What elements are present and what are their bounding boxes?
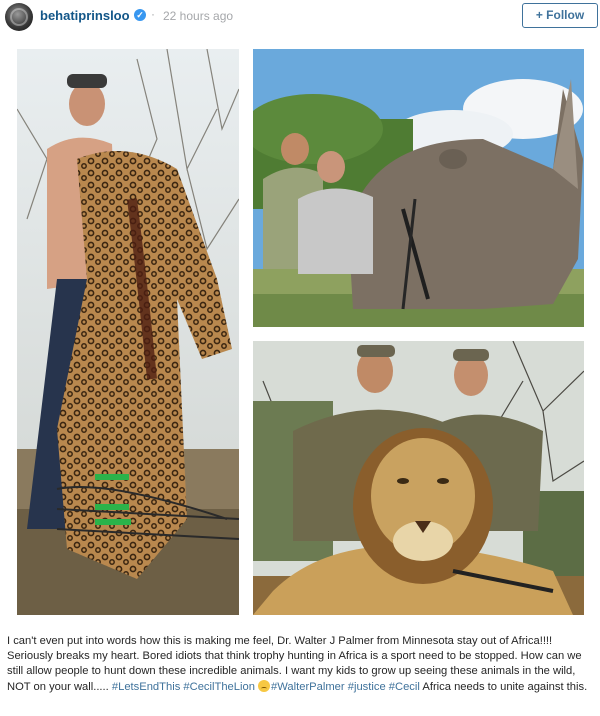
post-header: behatiprinsloo ✓ · 22 hours ago + Follow <box>0 0 600 34</box>
caption-text-end: Africa needs to unite against this. <box>422 680 588 693</box>
lion-trophy-photo <box>253 341 584 615</box>
hashtag-cecil[interactable]: #Cecil <box>389 681 420 693</box>
follow-button[interactable]: + Follow <box>522 3 598 28</box>
hashtag-cecil-the-lion[interactable]: #CecilTheLion <box>183 681 255 693</box>
separator-dot: · <box>151 7 155 21</box>
leopard-trophy-photo <box>17 49 239 615</box>
hashtag-justice[interactable]: #justice <box>348 681 386 693</box>
crying-face-emoji-icon <box>258 679 271 692</box>
post-caption: I can't even put into words how this is … <box>7 634 597 695</box>
photo-collage[interactable] <box>0 36 600 628</box>
hashtag-lets-end-this[interactable]: #LetsEndThis <box>112 681 180 693</box>
post-timestamp[interactable]: 22 hours ago <box>163 9 233 23</box>
verified-badge-icon: ✓ <box>134 9 146 21</box>
avatar[interactable] <box>5 3 33 31</box>
username-link[interactable]: behatiprinsloo <box>40 8 130 23</box>
avatar-ring <box>10 8 28 26</box>
hashtag-walter-palmer[interactable]: #WalterPalmer <box>271 681 345 693</box>
rhino-trophy-photo <box>253 49 584 327</box>
